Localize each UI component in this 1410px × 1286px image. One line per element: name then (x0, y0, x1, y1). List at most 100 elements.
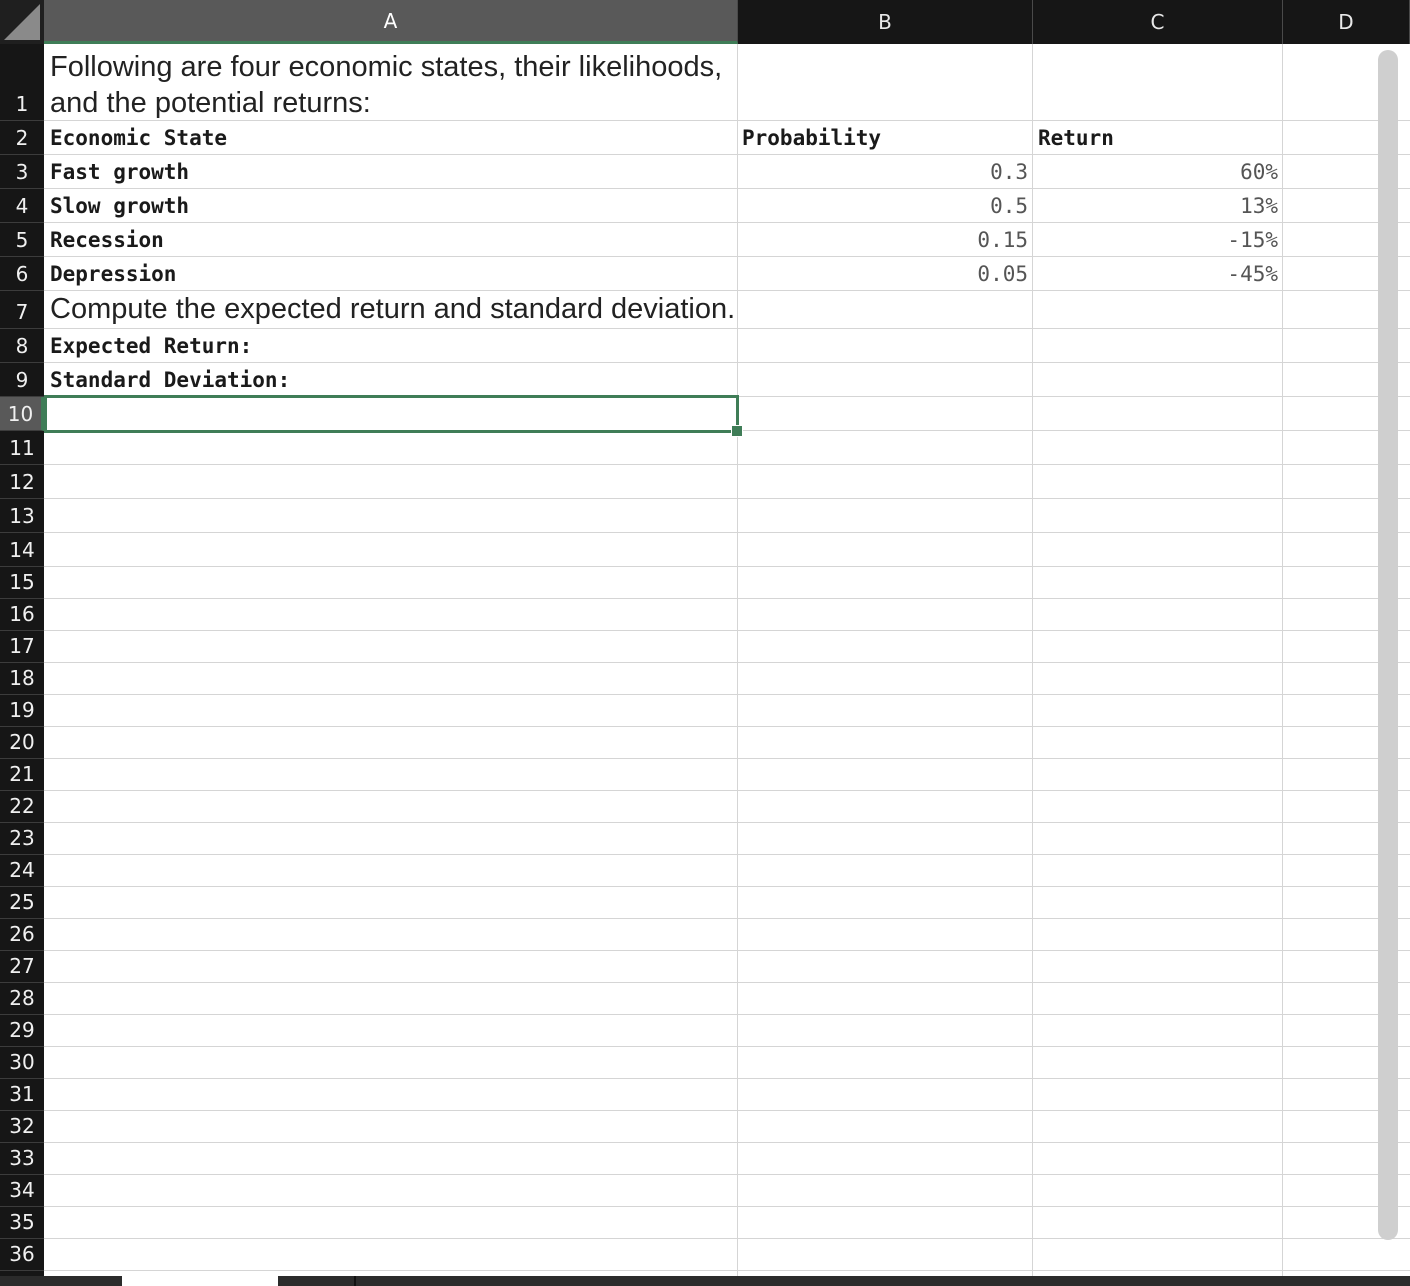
gridline (44, 758, 1410, 759)
gridline (44, 498, 1410, 499)
cell-a1-line1[interactable]: Following are four economic states, thei… (50, 51, 722, 84)
gridline (44, 982, 1410, 983)
row-header-17[interactable]: 17 (0, 631, 44, 663)
cell-b3[interactable]: 0.3 (738, 160, 1028, 184)
row-header-9[interactable]: 9 (0, 363, 44, 397)
cell-a6[interactable]: Depression (50, 262, 176, 286)
select-all-triangle-icon (4, 4, 40, 40)
row-header-33[interactable]: 33 (0, 1143, 44, 1175)
gridline (44, 120, 1410, 121)
gridline (44, 886, 1410, 887)
sheet-tab[interactable] (122, 1276, 278, 1286)
row-header-14[interactable]: 14 (0, 533, 44, 567)
row-header-24[interactable]: 24 (0, 855, 44, 887)
gridline (44, 256, 1410, 257)
cell-b6[interactable]: 0.05 (738, 262, 1028, 286)
gridline (44, 822, 1410, 823)
row-header-32[interactable]: 32 (0, 1111, 44, 1143)
gridline (44, 362, 1410, 363)
cell-b4[interactable]: 0.5 (738, 194, 1028, 218)
row-header-7[interactable]: 7 (0, 291, 44, 329)
gridline (44, 694, 1410, 695)
row-header-31[interactable]: 31 (0, 1079, 44, 1111)
row-header-3[interactable]: 3 (0, 155, 44, 189)
row-header-12[interactable]: 12 (0, 465, 44, 499)
row-header-18[interactable]: 18 (0, 663, 44, 695)
row-header-6[interactable]: 6 (0, 257, 44, 291)
gridline (44, 1078, 1410, 1079)
gridline (44, 726, 1410, 727)
gridline (44, 1206, 1410, 1207)
gridline (44, 532, 1410, 533)
row-header-15[interactable]: 15 (0, 567, 44, 599)
gridline (44, 154, 1410, 155)
row-header-1[interactable]: 1 (0, 44, 44, 121)
cell-a5[interactable]: Recession (50, 228, 164, 252)
tab-divider (354, 1276, 356, 1286)
row-header-4[interactable]: 4 (0, 189, 44, 223)
gridline (44, 598, 1410, 599)
gridline (44, 1174, 1410, 1175)
cell-a9[interactable]: Standard Deviation: (50, 368, 290, 392)
vertical-scrollbar[interactable] (1378, 50, 1398, 1240)
gridline (44, 854, 1410, 855)
column-header-d[interactable]: D (1283, 0, 1410, 44)
cell-b5[interactable]: 0.15 (738, 228, 1028, 252)
gridline (44, 566, 1410, 567)
row-header-16[interactable]: 16 (0, 599, 44, 631)
row-header-21[interactable]: 21 (0, 759, 44, 791)
cell-c4[interactable]: 13% (1033, 194, 1278, 218)
cell-c6[interactable]: -45% (1033, 262, 1278, 286)
cell-a8[interactable]: Expected Return: (50, 334, 252, 358)
cell-c3[interactable]: 60% (1033, 160, 1278, 184)
cell-grid[interactable]: Following are four economic states, thei… (44, 44, 1410, 1276)
fill-handle[interactable] (731, 425, 743, 437)
row-header-10[interactable]: 10 (0, 397, 44, 431)
row-header-22[interactable]: 22 (0, 791, 44, 823)
row-header-5[interactable]: 5 (0, 223, 44, 257)
row-header-29[interactable]: 29 (0, 1015, 44, 1047)
row-header-20[interactable]: 20 (0, 727, 44, 759)
select-all-corner[interactable] (0, 0, 44, 44)
gridline (44, 1046, 1410, 1047)
cell-a2[interactable]: Economic State (50, 126, 227, 150)
column-header-c[interactable]: C (1033, 0, 1283, 44)
row-header-8[interactable]: 8 (0, 329, 44, 363)
active-cell-selection[interactable] (44, 395, 739, 433)
row-header-27[interactable]: 27 (0, 951, 44, 983)
row-header-bar: 1 2 3 4 5 6 7 8 9 10 11 12 13 14 15 16 1… (0, 44, 44, 1276)
row-header-11[interactable]: 11 (0, 431, 44, 465)
column-header-a[interactable]: A (44, 0, 738, 44)
gridline (44, 1270, 1410, 1271)
row-header-23[interactable]: 23 (0, 823, 44, 855)
row-header-28[interactable]: 28 (0, 983, 44, 1015)
cell-a3[interactable]: Fast growth (50, 160, 189, 184)
gridline (1282, 44, 1283, 1276)
column-header-bar: A B C D (44, 0, 1410, 44)
row-header-30[interactable]: 30 (0, 1047, 44, 1079)
row-header-26[interactable]: 26 (0, 919, 44, 951)
row-header-19[interactable]: 19 (0, 695, 44, 727)
cell-a4[interactable]: Slow growth (50, 194, 189, 218)
cell-a7[interactable]: Compute the expected return and standard… (50, 293, 735, 326)
row-header-2[interactable]: 2 (0, 121, 44, 155)
gridline (44, 328, 1410, 329)
cell-c5[interactable]: -15% (1033, 228, 1278, 252)
row-header-36[interactable]: 36 (0, 1239, 44, 1271)
gridline (44, 950, 1410, 951)
gridline (44, 662, 1410, 663)
cell-c2[interactable]: Return (1038, 126, 1114, 150)
cell-b2[interactable]: Probability (742, 126, 881, 150)
row-header-35[interactable]: 35 (0, 1207, 44, 1239)
column-header-b[interactable]: B (738, 0, 1033, 44)
cell-a1-line2[interactable]: and the potential returns: (50, 87, 371, 120)
gridline (44, 1014, 1410, 1015)
gridline (44, 790, 1410, 791)
row-header-34[interactable]: 34 (0, 1175, 44, 1207)
gridline (44, 1142, 1410, 1143)
gridline (44, 464, 1410, 465)
gridline (44, 188, 1410, 189)
row-header-13[interactable]: 13 (0, 499, 44, 533)
gridline (44, 1110, 1410, 1111)
row-header-25[interactable]: 25 (0, 887, 44, 919)
